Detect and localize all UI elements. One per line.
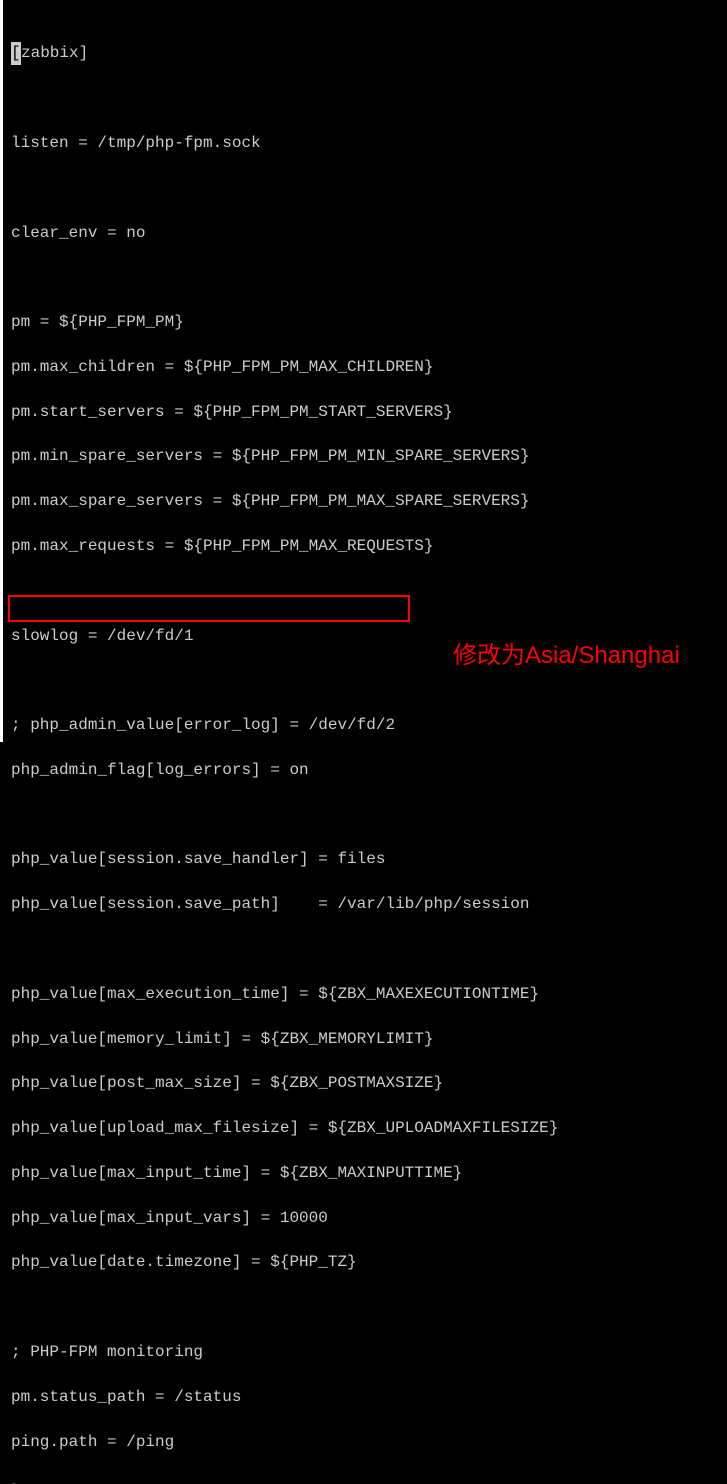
empty-line [11,177,719,199]
config-line-memory-limit: php_value[memory_limit] = ${ZBX_MEMORYLI… [11,1028,719,1050]
config-line-fpm-comment: ; PHP-FPM monitoring [11,1341,719,1363]
config-line-status-path: pm.status_path = /status [11,1386,719,1408]
config-line-session-handler: php_value[session.save_handler] = files [11,848,719,870]
config-line-comment: ; php_admin_value[error_log] = /dev/fd/2 [11,714,719,736]
config-line-pm-start-servers: pm.start_servers = ${PHP_FPM_PM_START_SE… [11,401,719,423]
cursor-block: [ [11,42,21,64]
empty-line [11,804,719,826]
config-line-pm: pm = ${PHP_FPM_PM} [11,311,719,333]
vim-tilde-line: ~ [11,1475,719,1484]
config-line-ping-path: ping.path = /ping [11,1431,719,1453]
empty-line [11,580,719,602]
config-line-pm-max-spare: pm.max_spare_servers = ${PHP_FPM_PM_MAX_… [11,490,719,512]
config-file-content: [zabbix] listen = /tmp/php-fpm.sock clea… [11,20,719,1484]
config-line-upload-max: php_value[upload_max_filesize] = ${ZBX_U… [11,1117,719,1139]
config-line-max-input-vars: php_value[max_input_vars] = 10000 [11,1207,719,1229]
empty-line [11,1296,719,1318]
config-line-session-path: php_value[session.save_path] = /var/lib/… [11,893,719,915]
section-header: zabbix] [21,44,88,62]
config-line-max-execution: php_value[max_execution_time] = ${ZBX_MA… [11,983,719,1005]
empty-line [11,938,719,960]
section-header-line: [zabbix] [11,42,719,64]
config-line-clear-env: clear_env = no [11,222,719,244]
config-line-timezone: php_value[date.timezone] = ${PHP_TZ} [11,1251,719,1273]
config-line-post-max: php_value[post_max_size] = ${ZBX_POSTMAX… [11,1072,719,1094]
empty-line [11,87,719,109]
empty-line [11,266,719,288]
empty-line [11,669,719,691]
config-line-admin-flag: php_admin_flag[log_errors] = on [11,759,719,781]
config-line-max-input-time: php_value[max_input_time] = ${ZBX_MAXINP… [11,1162,719,1184]
config-line-pm-min-spare: pm.min_spare_servers = ${PHP_FPM_PM_MIN_… [11,445,719,467]
config-line-pm-max-requests: pm.max_requests = ${PHP_FPM_PM_MAX_REQUE… [11,535,719,557]
config-line-pm-max-children: pm.max_children = ${PHP_FPM_PM_MAX_CHILD… [11,356,719,378]
config-line-listen: listen = /tmp/php-fpm.sock [11,132,719,154]
annotation-text: 修改为Asia/Shanghai [453,635,680,670]
